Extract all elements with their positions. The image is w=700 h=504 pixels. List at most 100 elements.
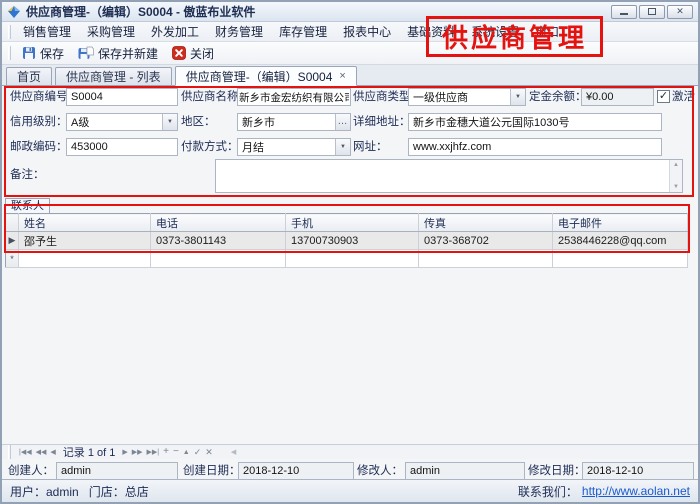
nav-delete-button[interactable]: − (173, 447, 179, 457)
tab-contacts[interactable]: 联系人 (5, 198, 50, 213)
current-row-marker-icon: ▶ (6, 232, 19, 250)
active-label: 激活 (672, 88, 695, 106)
remark-field[interactable] (216, 160, 682, 192)
scroll-up-icon[interactable]: ▲ (673, 162, 679, 168)
hscroll-left-icon[interactable]: ◀ (231, 449, 236, 456)
toolbar-grip (8, 46, 11, 60)
supplier-type-select[interactable]: 一级供应商 ▼ (408, 88, 526, 106)
toolbar-grip (8, 25, 11, 39)
nav-cancel-button[interactable]: ✕ (205, 448, 213, 457)
contact-us-label: 联系我们： (518, 483, 578, 500)
nav-edit-button[interactable]: ▲ (183, 449, 190, 456)
scroll-down-icon[interactable]: ▼ (673, 184, 679, 190)
nav-append-button[interactable]: + (163, 447, 169, 457)
new-row-marker-icon: * (6, 250, 19, 268)
column-header-mobile[interactable]: 手机 (286, 214, 419, 232)
modified-by-field (405, 462, 525, 480)
contacts-table: 姓名 电话 手机 传真 电子邮件 ▶ 邵予生 0373-3801143 1370… (5, 213, 688, 268)
remark-label: 备注： (10, 166, 45, 184)
menu-finance[interactable]: 财务管理 (207, 22, 271, 42)
record-navigator: |◀◀ ◀◀ ◀ 记录 1 of 1 ▶ ▶▶ ▶▶| + − ▲ ✓ ✕ ◀ (2, 444, 698, 459)
ellipsis-icon[interactable]: … (335, 114, 350, 130)
cell-name[interactable]: 邵予生 (19, 232, 151, 250)
chevron-down-icon[interactable]: ▼ (510, 89, 525, 105)
website-field[interactable] (408, 138, 662, 156)
payment-select[interactable]: 月结 ▼ (237, 138, 351, 156)
tab-supplier-list[interactable]: 供应商管理 - 列表 (55, 67, 172, 85)
created-by-field (56, 462, 178, 480)
tab-home[interactable]: 首页 (6, 67, 52, 85)
nav-commit-button[interactable]: ✓ (194, 448, 202, 457)
nav-prev-page-button[interactable]: ◀◀ (36, 449, 47, 456)
table-header-row: 姓名 电话 手机 传真 电子邮件 (6, 214, 688, 232)
postcode-field[interactable] (66, 138, 178, 156)
chevron-down-icon[interactable]: ▼ (162, 114, 177, 130)
website-label: 网址： (353, 138, 388, 156)
postcode-label: 邮政编码： (10, 138, 68, 156)
address-field[interactable] (408, 113, 662, 131)
row-selector-header (6, 214, 19, 232)
modified-by-label: 修改人： (357, 462, 403, 480)
column-header-email[interactable]: 电子邮件 (553, 214, 688, 232)
cell-email[interactable]: 2538446228@qq.com (553, 232, 688, 250)
modified-date-label: 修改日期： (528, 462, 586, 480)
status-bar: 用户：admin 门店：总店 联系我们： http://www.aolan.ne… (2, 479, 698, 502)
cell-fax[interactable]: 0373-368702 (419, 232, 553, 250)
menu-sales[interactable]: 销售管理 (15, 22, 79, 42)
tab-close-icon[interactable]: × (339, 70, 345, 82)
created-date-label: 创建日期： (183, 462, 241, 480)
nav-first-button[interactable]: |◀◀ (19, 449, 32, 456)
region-field[interactable]: 新乡市 … (237, 113, 351, 131)
remark-box: ▲ ▼ (215, 159, 683, 193)
minimize-icon (620, 13, 628, 15)
menu-outsourcing[interactable]: 外发加工 (143, 22, 207, 42)
save-button[interactable]: 保存 (15, 43, 71, 64)
app-logo-icon (7, 5, 21, 19)
cell-mobile[interactable]: 13700730903 (286, 232, 419, 250)
website-link[interactable]: http://www.aolan.net (582, 484, 690, 498)
table-row[interactable]: ▶ 邵予生 0373-3801143 13700730903 0373-3687… (6, 232, 688, 250)
maximize-button[interactable] (639, 5, 665, 19)
credit-select[interactable]: A级 ▼ (66, 113, 178, 131)
created-by-label: 创建人： (8, 462, 54, 480)
tab-supplier-edit[interactable]: 供应商管理-（编辑）S0004 × (175, 66, 357, 86)
document-tab-bar: 首页 供应商管理 - 列表 供应商管理-（编辑）S0004 × (2, 65, 698, 86)
deposit-label: 定金余额： (529, 88, 587, 106)
supplier-name-field[interactable] (237, 88, 351, 106)
nav-prev-button[interactable]: ◀ (50, 449, 55, 456)
record-count-label: 记录 1 of 1 (63, 444, 116, 460)
save-and-new-button[interactable]: 保存并新建 (71, 43, 165, 64)
address-label: 详细地址： (353, 113, 411, 131)
annotation-stamp: 供应商管理 (426, 16, 603, 57)
close-button[interactable]: 关闭 (165, 43, 221, 64)
app-window: 供应商管理-（编辑）S0004 - 傲蓝布业软件 ✕ 销售管理 采购管理 外发加… (0, 0, 700, 504)
column-header-name[interactable]: 姓名 (19, 214, 151, 232)
active-checkbox[interactable]: ✓ (657, 90, 670, 103)
region-label: 地区： (181, 113, 216, 131)
nav-next-button[interactable]: ▶ (122, 449, 127, 456)
deposit-field (581, 88, 654, 106)
close-window-button[interactable]: ✕ (667, 5, 693, 19)
menu-reports[interactable]: 报表中心 (335, 22, 399, 42)
status-user: 用户：admin (10, 483, 79, 500)
modified-date-field (582, 462, 694, 480)
table-new-row[interactable]: * (6, 250, 688, 268)
nav-next-page-button[interactable]: ▶▶ (132, 449, 143, 456)
toolbar-grip (8, 445, 11, 459)
menu-inventory[interactable]: 库存管理 (271, 22, 335, 42)
save-and-new-icon (78, 46, 94, 60)
minimize-button[interactable] (611, 5, 637, 19)
created-date-field (238, 462, 354, 480)
chevron-down-icon[interactable]: ▼ (335, 139, 350, 155)
supplier-no-field[interactable] (66, 88, 178, 106)
payment-label: 付款方式： (181, 138, 239, 156)
column-header-phone[interactable]: 电话 (151, 214, 286, 232)
column-header-fax[interactable]: 传真 (419, 214, 553, 232)
nav-last-button[interactable]: ▶▶| (147, 449, 160, 456)
window-title: 供应商管理-（编辑）S0004 - 傲蓝布业软件 (26, 3, 255, 20)
close-icon (172, 46, 186, 60)
remark-scrollbar[interactable]: ▲ ▼ (669, 160, 682, 192)
menu-purchase[interactable]: 采购管理 (79, 22, 143, 42)
credit-label: 信用级别： (10, 113, 68, 131)
cell-phone[interactable]: 0373-3801143 (151, 232, 286, 250)
